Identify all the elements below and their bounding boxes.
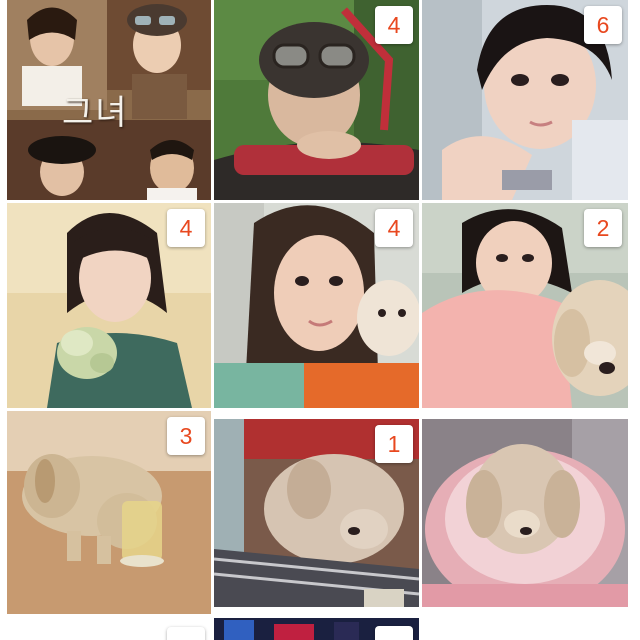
- photo-count-badge-partial: [167, 627, 205, 640]
- photo-count-badge: 1: [375, 425, 413, 463]
- photo-tile-pink-sweater[interactable]: 2: [422, 203, 628, 408]
- photo-count-badge: 6: [584, 6, 622, 44]
- photo-tile-puppy-sleeping[interactable]: 1: [214, 419, 419, 607]
- movie-poster-thumbnail: 그녀: [7, 0, 211, 200]
- puppy-pink-bed-photo: [422, 419, 628, 607]
- photo-tile-flower-dress[interactable]: 4: [7, 203, 211, 408]
- photo-grid: 그녀 4 6 4 4 2 3 1: [0, 0, 640, 640]
- photo-tile-goggles[interactable]: 4: [214, 0, 419, 200]
- photo-count-badge-partial: [375, 626, 413, 640]
- photo-tile-partial-2[interactable]: [214, 618, 419, 640]
- photo-tile-puppy-glass[interactable]: 3: [7, 411, 211, 614]
- photo-tile-puppy-bed[interactable]: [422, 419, 628, 607]
- photo-tile-poster[interactable]: 그녀: [7, 0, 211, 200]
- photo-tile-chin-hands[interactable]: 6: [422, 0, 628, 200]
- photo-count-badge: 4: [375, 6, 413, 44]
- photo-tile-with-puppy[interactable]: 4: [214, 203, 419, 408]
- photo-tile-partial-3[interactable]: [422, 618, 628, 640]
- photo-count-badge: 3: [167, 417, 205, 455]
- photo-count-badge: 4: [375, 209, 413, 247]
- poster-title-text: 그녀: [62, 93, 129, 133]
- photo-tile-partial-1[interactable]: [7, 621, 211, 640]
- photo-count-badge: 2: [584, 209, 622, 247]
- photo-count-badge: 4: [167, 209, 205, 247]
